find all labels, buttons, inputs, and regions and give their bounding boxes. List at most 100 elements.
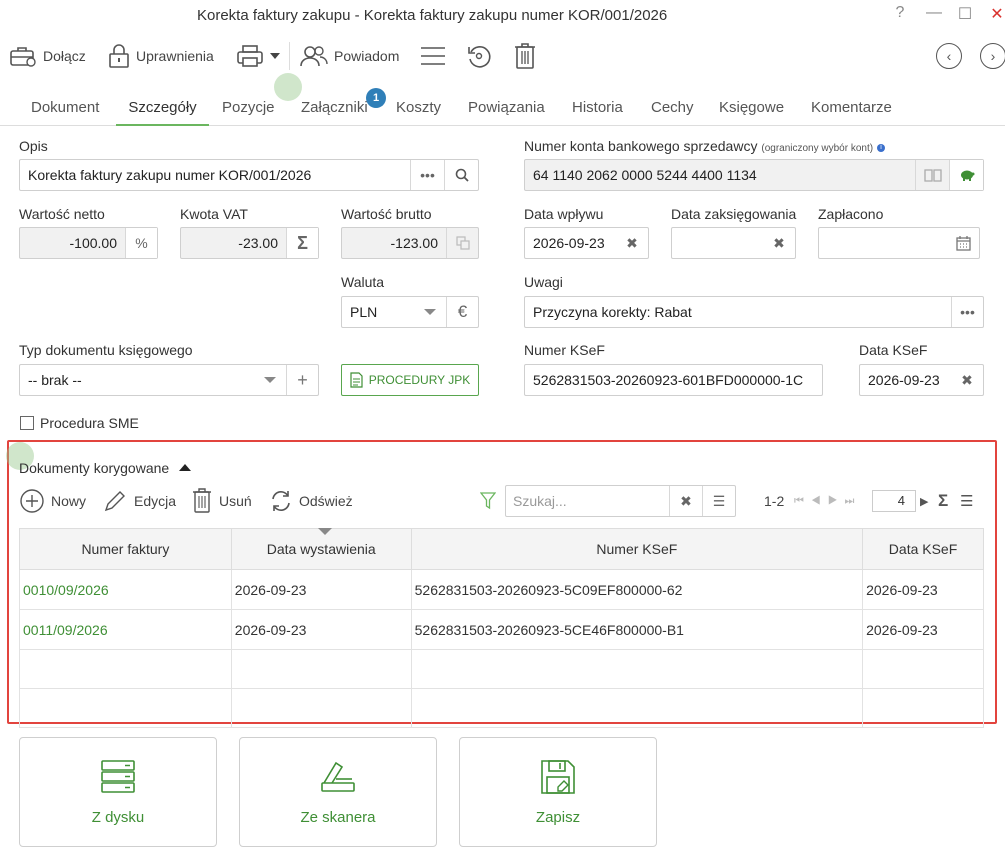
- menu-button[interactable]: [419, 38, 447, 74]
- help-button[interactable]: ?: [890, 4, 910, 22]
- wplyw-value[interactable]: 2026-09-23: [525, 228, 616, 258]
- info-icon[interactable]: i: [876, 144, 885, 152]
- chevron-down-icon[interactable]: [254, 365, 286, 395]
- netto-field[interactable]: -100.00 %: [19, 227, 158, 259]
- tab-zalaczniki[interactable]: Załączniki: [301, 90, 368, 126]
- zaksieg-label: Data zaksięgowania: [671, 206, 797, 222]
- euro-icon[interactable]: €: [446, 297, 478, 327]
- column-header-data-wystawienia[interactable]: Data wystawienia: [230, 528, 412, 570]
- delete-button[interactable]: Usuń: [192, 486, 252, 516]
- tab-pozycje[interactable]: Pozycje: [222, 90, 275, 126]
- lock-icon: [109, 44, 129, 68]
- wplyw-field[interactable]: 2026-09-23 ✖: [524, 227, 649, 259]
- plus-icon[interactable]: +: [286, 365, 318, 395]
- list-icon[interactable]: ☰: [702, 486, 735, 516]
- chevron-down-icon[interactable]: [414, 297, 446, 327]
- grid-search[interactable]: Szukaj... ✖ ☰: [505, 485, 736, 517]
- waluta-value: PLN: [350, 304, 378, 320]
- delete-document-button[interactable]: [514, 38, 536, 74]
- clear-icon[interactable]: ✖: [763, 228, 795, 258]
- tab-dokument[interactable]: Dokument: [31, 90, 99, 126]
- from-scanner-button[interactable]: Ze skanera: [239, 737, 437, 847]
- search-icon[interactable]: [444, 160, 478, 190]
- data-ksef-value[interactable]: 2026-09-23: [860, 365, 951, 395]
- refresh-button[interactable]: Odśwież: [270, 486, 353, 516]
- page-size-arrow-icon[interactable]: ▶: [920, 486, 928, 516]
- ksef-value[interactable]: 5262831503-20260923-601BFD000000-1C: [525, 365, 822, 395]
- from-scanner-label: Ze skanera: [300, 808, 376, 826]
- zaksieg-value[interactable]: [672, 228, 763, 258]
- scanner-icon: [321, 761, 355, 792]
- maximize-button[interactable]: ☐: [955, 4, 975, 24]
- zaplacono-field[interactable]: [818, 227, 980, 259]
- filter-button[interactable]: [480, 486, 496, 516]
- restore-button[interactable]: [466, 38, 492, 74]
- tab-powiazania[interactable]: Powiązania: [468, 90, 545, 126]
- section-header[interactable]: Dokumenty korygowane: [19, 460, 192, 476]
- calendar-icon[interactable]: [947, 228, 979, 258]
- tab-historia[interactable]: Historia: [572, 90, 623, 126]
- zaplacono-value[interactable]: [819, 228, 947, 258]
- from-disk-button[interactable]: Z dysku: [19, 737, 217, 847]
- minimize-button[interactable]: —: [924, 4, 944, 22]
- procedury-jpk-button[interactable]: PROCEDURY JPK: [341, 364, 479, 396]
- sum-icon[interactable]: Σ: [938, 486, 948, 516]
- save-button[interactable]: Zapisz: [459, 737, 657, 847]
- invoice-number-link[interactable]: 0011/09/2026: [19, 609, 232, 650]
- tab-szczegoly[interactable]: Szczegóły: [116, 90, 209, 126]
- empty-cell: [19, 649, 232, 689]
- sigma-icon[interactable]: Σ: [286, 228, 318, 258]
- previous-record-button[interactable]: ‹: [936, 38, 962, 74]
- page-size-input[interactable]: 4: [872, 490, 916, 512]
- piggy-bank-icon[interactable]: [949, 160, 983, 190]
- konto-field[interactable]: 64 1140 2062 0000 5244 4400 1134: [524, 159, 984, 191]
- zaksieg-field[interactable]: ✖: [671, 227, 796, 259]
- uwagi-value[interactable]: Przyczyna korekty: Rabat: [525, 297, 951, 327]
- tab-cechy[interactable]: Cechy: [651, 90, 694, 126]
- konto-label: Numer konta bankowego sprzedawcy (ograni…: [524, 138, 885, 154]
- waluta-select[interactable]: PLN €: [341, 296, 479, 328]
- brutto-field[interactable]: -123.00: [341, 227, 479, 259]
- opis-value[interactable]: Korekta faktury zakupu numer KOR/001/202…: [20, 160, 410, 190]
- table-row[interactable]: 0011/09/2026 2026-09-23 5262831503-20260…: [19, 609, 984, 650]
- uwagi-field[interactable]: Przyczyna korekty: Rabat •••: [524, 296, 984, 328]
- attach-button[interactable]: Dołącz: [9, 38, 86, 74]
- column-header-numer-ksef[interactable]: Numer KSeF: [410, 528, 864, 570]
- new-button[interactable]: Nowy: [20, 486, 86, 516]
- collapse-icon[interactable]: [179, 464, 192, 471]
- tab-koszty[interactable]: Koszty: [396, 90, 441, 126]
- more-icon[interactable]: •••: [951, 297, 983, 327]
- search-input[interactable]: Szukaj...: [506, 486, 669, 516]
- page-nav-first-prev-next-last-icons[interactable]: ⏮◀▶⏭: [794, 486, 861, 516]
- ksef-date-cell: 2026-09-23: [862, 569, 984, 610]
- print-button[interactable]: [236, 38, 280, 74]
- permissions-button[interactable]: Uprawnienia: [108, 38, 214, 74]
- menu-icon[interactable]: ☰: [960, 486, 973, 516]
- opis-field[interactable]: Korekta faktury zakupu numer KOR/001/202…: [19, 159, 479, 191]
- clear-icon[interactable]: ✖: [616, 228, 648, 258]
- clear-icon[interactable]: ✖: [951, 365, 983, 395]
- konto-value: 64 1140 2062 0000 5244 4400 1134: [533, 167, 757, 183]
- ksef-field[interactable]: 5262831503-20260923-601BFD000000-1C: [524, 364, 823, 396]
- notify-button[interactable]: Powiadom: [300, 38, 399, 74]
- column-header-numer-faktury[interactable]: Numer faktury: [19, 528, 232, 570]
- typ-select[interactable]: -- brak -- +: [19, 364, 319, 396]
- table-row[interactable]: 0010/09/2026 2026-09-23 5262831503-20260…: [19, 569, 984, 610]
- more-icon[interactable]: •••: [410, 160, 444, 190]
- invoice-number-link[interactable]: 0010/09/2026: [19, 569, 232, 610]
- percent-icon[interactable]: %: [125, 228, 157, 258]
- chevron-down-icon[interactable]: [270, 53, 280, 59]
- calculator-icon[interactable]: [446, 228, 478, 258]
- close-button[interactable]: ✕: [987, 4, 1005, 24]
- tab-komentarze[interactable]: Komentarze: [811, 90, 892, 126]
- data-ksef-field[interactable]: 2026-09-23 ✖: [859, 364, 984, 396]
- clear-icon[interactable]: ✖: [669, 486, 702, 516]
- sme-checkbox[interactable]: [20, 416, 34, 430]
- edit-button[interactable]: Edycja: [103, 486, 176, 516]
- column-header-data-ksef[interactable]: Data KSeF: [862, 528, 984, 570]
- book-icon[interactable]: [915, 160, 949, 190]
- tab-ksiegowe[interactable]: Księgowe: [719, 90, 784, 126]
- vat-field[interactable]: -23.00 Σ: [180, 227, 319, 259]
- next-record-button[interactable]: ›: [980, 38, 1005, 74]
- floppy-disk-icon: [541, 759, 575, 794]
